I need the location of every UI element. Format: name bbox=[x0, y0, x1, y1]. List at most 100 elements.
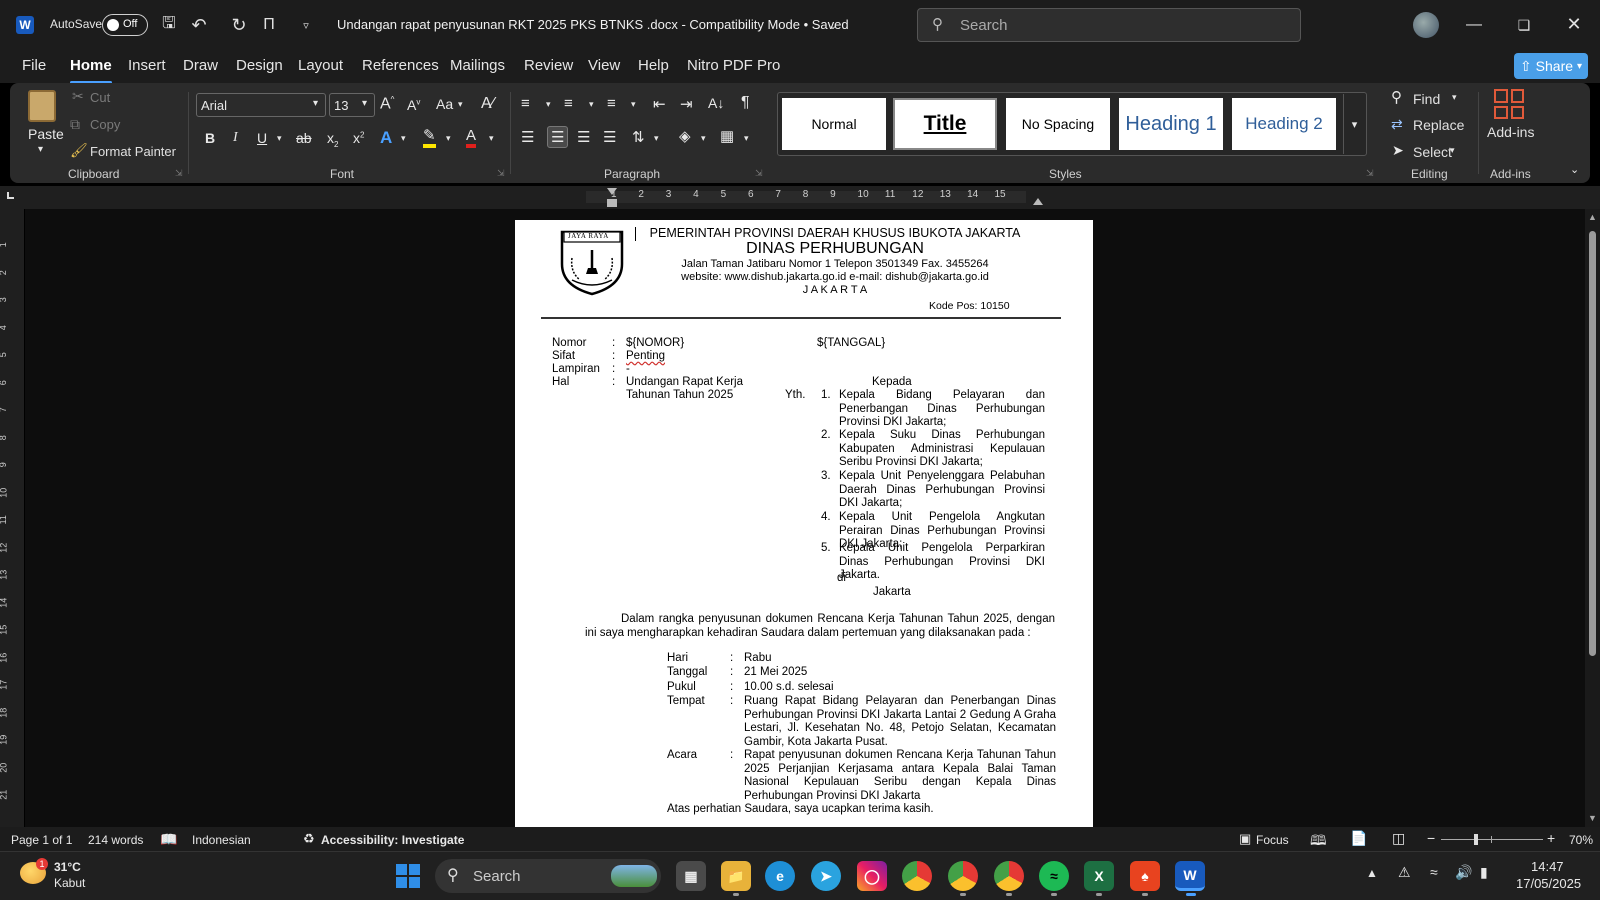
multilevel-list-icon[interactable]: ≡ bbox=[607, 95, 616, 112]
close-icon[interactable]: ✕ bbox=[1564, 13, 1584, 35]
italic-icon[interactable]: I bbox=[233, 130, 238, 146]
tab-home[interactable]: Home bbox=[70, 57, 112, 84]
font-color-icon[interactable]: A bbox=[466, 128, 477, 148]
tab-mailings[interactable]: Mailings bbox=[450, 57, 505, 74]
style-normal[interactable]: Normal bbox=[782, 98, 886, 150]
accessibility-status[interactable]: Accessibility: Investigate bbox=[321, 833, 464, 847]
increase-indent-icon[interactable]: ⇥ bbox=[680, 95, 693, 113]
dialog-launcher-icon[interactable]: ⇲ bbox=[1366, 168, 1374, 179]
add-ins-button[interactable]: Add-ins bbox=[1487, 124, 1534, 140]
style-heading-1[interactable]: Heading 1 bbox=[1119, 98, 1223, 150]
zoom-in-icon[interactable]: + bbox=[1547, 830, 1555, 846]
ruler-corner[interactable] bbox=[7, 192, 14, 199]
volume-icon[interactable]: 🔊 bbox=[1455, 864, 1472, 881]
clear-formatting-icon[interactable]: A⁄ bbox=[481, 95, 494, 113]
styles-more-button[interactable]: ▾ bbox=[1343, 94, 1365, 154]
tab-insert[interactable]: Insert bbox=[128, 57, 166, 74]
chrome-profile-icon[interactable] bbox=[948, 861, 978, 891]
align-right-icon[interactable]: ☰ bbox=[577, 128, 590, 146]
print-layout-icon[interactable]: 📄 bbox=[1350, 830, 1367, 847]
start-button[interactable] bbox=[396, 864, 420, 888]
tab-references[interactable]: References bbox=[362, 57, 439, 74]
font-size-select[interactable]: 13 ▾ bbox=[329, 93, 375, 117]
network-warning-icon[interactable]: ⚠ bbox=[1398, 864, 1411, 881]
tab-layout[interactable]: Layout bbox=[298, 57, 343, 74]
tab-nitro[interactable]: Nitro PDF Pro bbox=[687, 57, 780, 74]
select-button[interactable]: Select bbox=[1413, 144, 1452, 160]
replace-button[interactable]: Replace bbox=[1413, 117, 1464, 133]
chrome-icon[interactable] bbox=[902, 861, 932, 891]
clock-time[interactable]: 14:47 bbox=[1531, 859, 1564, 874]
strikethrough-icon[interactable]: ab bbox=[296, 130, 312, 146]
shrink-font-icon[interactable]: Av bbox=[407, 97, 420, 113]
copy-button[interactable]: Copy bbox=[90, 117, 120, 132]
minimize-icon[interactable]: — bbox=[1464, 14, 1484, 36]
zoom-out-icon[interactable]: − bbox=[1427, 830, 1435, 846]
tab-design[interactable]: Design bbox=[236, 57, 283, 74]
tab-view[interactable]: View bbox=[588, 57, 620, 74]
spotify-icon[interactable]: ≈ bbox=[1039, 861, 1069, 891]
autosave-toggle[interactable]: Off bbox=[102, 14, 148, 36]
superscript-icon[interactable]: x2 bbox=[353, 130, 364, 146]
page-count[interactable]: Page 1 of 1 bbox=[11, 833, 72, 847]
change-case-button[interactable]: Aa bbox=[436, 96, 453, 112]
save-icon[interactable]: 🖫 bbox=[158, 14, 180, 36]
undo-icon[interactable]: ↶ bbox=[188, 14, 210, 36]
excel-icon[interactable]: X bbox=[1084, 861, 1114, 891]
dialog-launcher-icon[interactable]: ⇲ bbox=[755, 168, 763, 179]
style-no-spacing[interactable]: No Spacing bbox=[1006, 98, 1110, 150]
bullets-icon[interactable]: ≡ bbox=[521, 95, 530, 112]
scroll-up-icon[interactable]: ▲ bbox=[1588, 212, 1597, 222]
find-button[interactable]: Find bbox=[1413, 91, 1440, 107]
document-page[interactable]: JAYA RAYA PEMERINTAH PROVINSI DAERAH KHU… bbox=[515, 220, 1093, 827]
chrome-profile-2-icon[interactable] bbox=[994, 861, 1024, 891]
dialog-launcher-icon[interactable]: ⇲ bbox=[497, 168, 505, 179]
font-name-select[interactable]: Arial ▾ bbox=[196, 93, 326, 117]
decrease-indent-icon[interactable]: ⇤ bbox=[653, 95, 666, 113]
avatar[interactable] bbox=[1413, 12, 1439, 38]
tab-help[interactable]: Help bbox=[638, 57, 669, 74]
language[interactable]: Indonesian bbox=[192, 833, 251, 847]
sort-icon[interactable]: A↓ bbox=[708, 95, 724, 111]
paste-button[interactable]: Paste ▾ bbox=[22, 88, 64, 158]
numbering-icon[interactable]: ≡ bbox=[564, 95, 573, 112]
underline-icon[interactable]: U bbox=[257, 130, 267, 146]
tray-overflow-icon[interactable]: ▲ bbox=[1366, 866, 1378, 880]
scroll-thumb[interactable] bbox=[1589, 231, 1596, 656]
style-title[interactable]: Title bbox=[893, 98, 997, 150]
zoom-slider[interactable] bbox=[1441, 834, 1543, 845]
dialog-launcher-icon[interactable]: ⇲ bbox=[175, 168, 183, 179]
customize-qat-icon[interactable]: ▿ bbox=[298, 14, 314, 36]
zoom-level[interactable]: 70% bbox=[1569, 833, 1593, 847]
scroll-down-icon[interactable]: ▼ bbox=[1588, 813, 1597, 823]
web-layout-icon[interactable]: ◫ bbox=[1392, 830, 1405, 847]
subscript-icon[interactable]: x2 bbox=[327, 130, 338, 149]
tab-file[interactable]: File bbox=[22, 57, 46, 74]
add-ins-icon[interactable] bbox=[1494, 89, 1524, 119]
justify-icon[interactable]: ☰ bbox=[603, 128, 616, 146]
vertical-scrollbar[interactable]: ▲ ▼ bbox=[1585, 209, 1600, 827]
file-explorer-icon[interactable]: 📁 bbox=[721, 861, 751, 891]
cut-button[interactable]: Cut bbox=[90, 90, 110, 105]
left-indent-handle[interactable] bbox=[607, 199, 617, 207]
redo-icon[interactable]: ↻ bbox=[228, 14, 250, 36]
right-indent-handle[interactable] bbox=[1033, 198, 1043, 205]
bold-icon[interactable]: B bbox=[205, 130, 215, 146]
highlight-icon[interactable]: ✎ bbox=[423, 128, 436, 148]
word-count[interactable]: 214 words bbox=[88, 833, 143, 847]
task-view-icon[interactable]: ▦ bbox=[676, 861, 706, 891]
document-title[interactable]: Undangan rapat penyusunan RKT 2025 PKS B… bbox=[337, 17, 849, 32]
align-center-icon[interactable]: ☰ bbox=[547, 126, 569, 148]
align-left-icon[interactable]: ☰ bbox=[521, 128, 534, 146]
grow-font-icon[interactable]: A^ bbox=[380, 95, 394, 113]
line-spacing-icon[interactable]: ⇅ bbox=[632, 128, 645, 146]
first-line-indent-handle[interactable] bbox=[607, 188, 617, 195]
wifi-icon[interactable]: ≈ bbox=[1430, 864, 1438, 880]
edge-icon[interactable]: e bbox=[765, 861, 795, 891]
proofing-icon[interactable]: 📖 bbox=[160, 831, 177, 848]
clock-date[interactable]: 17/05/2025 bbox=[1516, 876, 1581, 891]
tab-draw[interactable]: Draw bbox=[183, 57, 218, 74]
collapse-ribbon-icon[interactable]: ⌄ bbox=[1570, 163, 1579, 176]
search-box[interactable]: ⚲ Search bbox=[917, 8, 1301, 42]
weather-widget[interactable]: 1 31°C Kabut bbox=[18, 858, 138, 894]
